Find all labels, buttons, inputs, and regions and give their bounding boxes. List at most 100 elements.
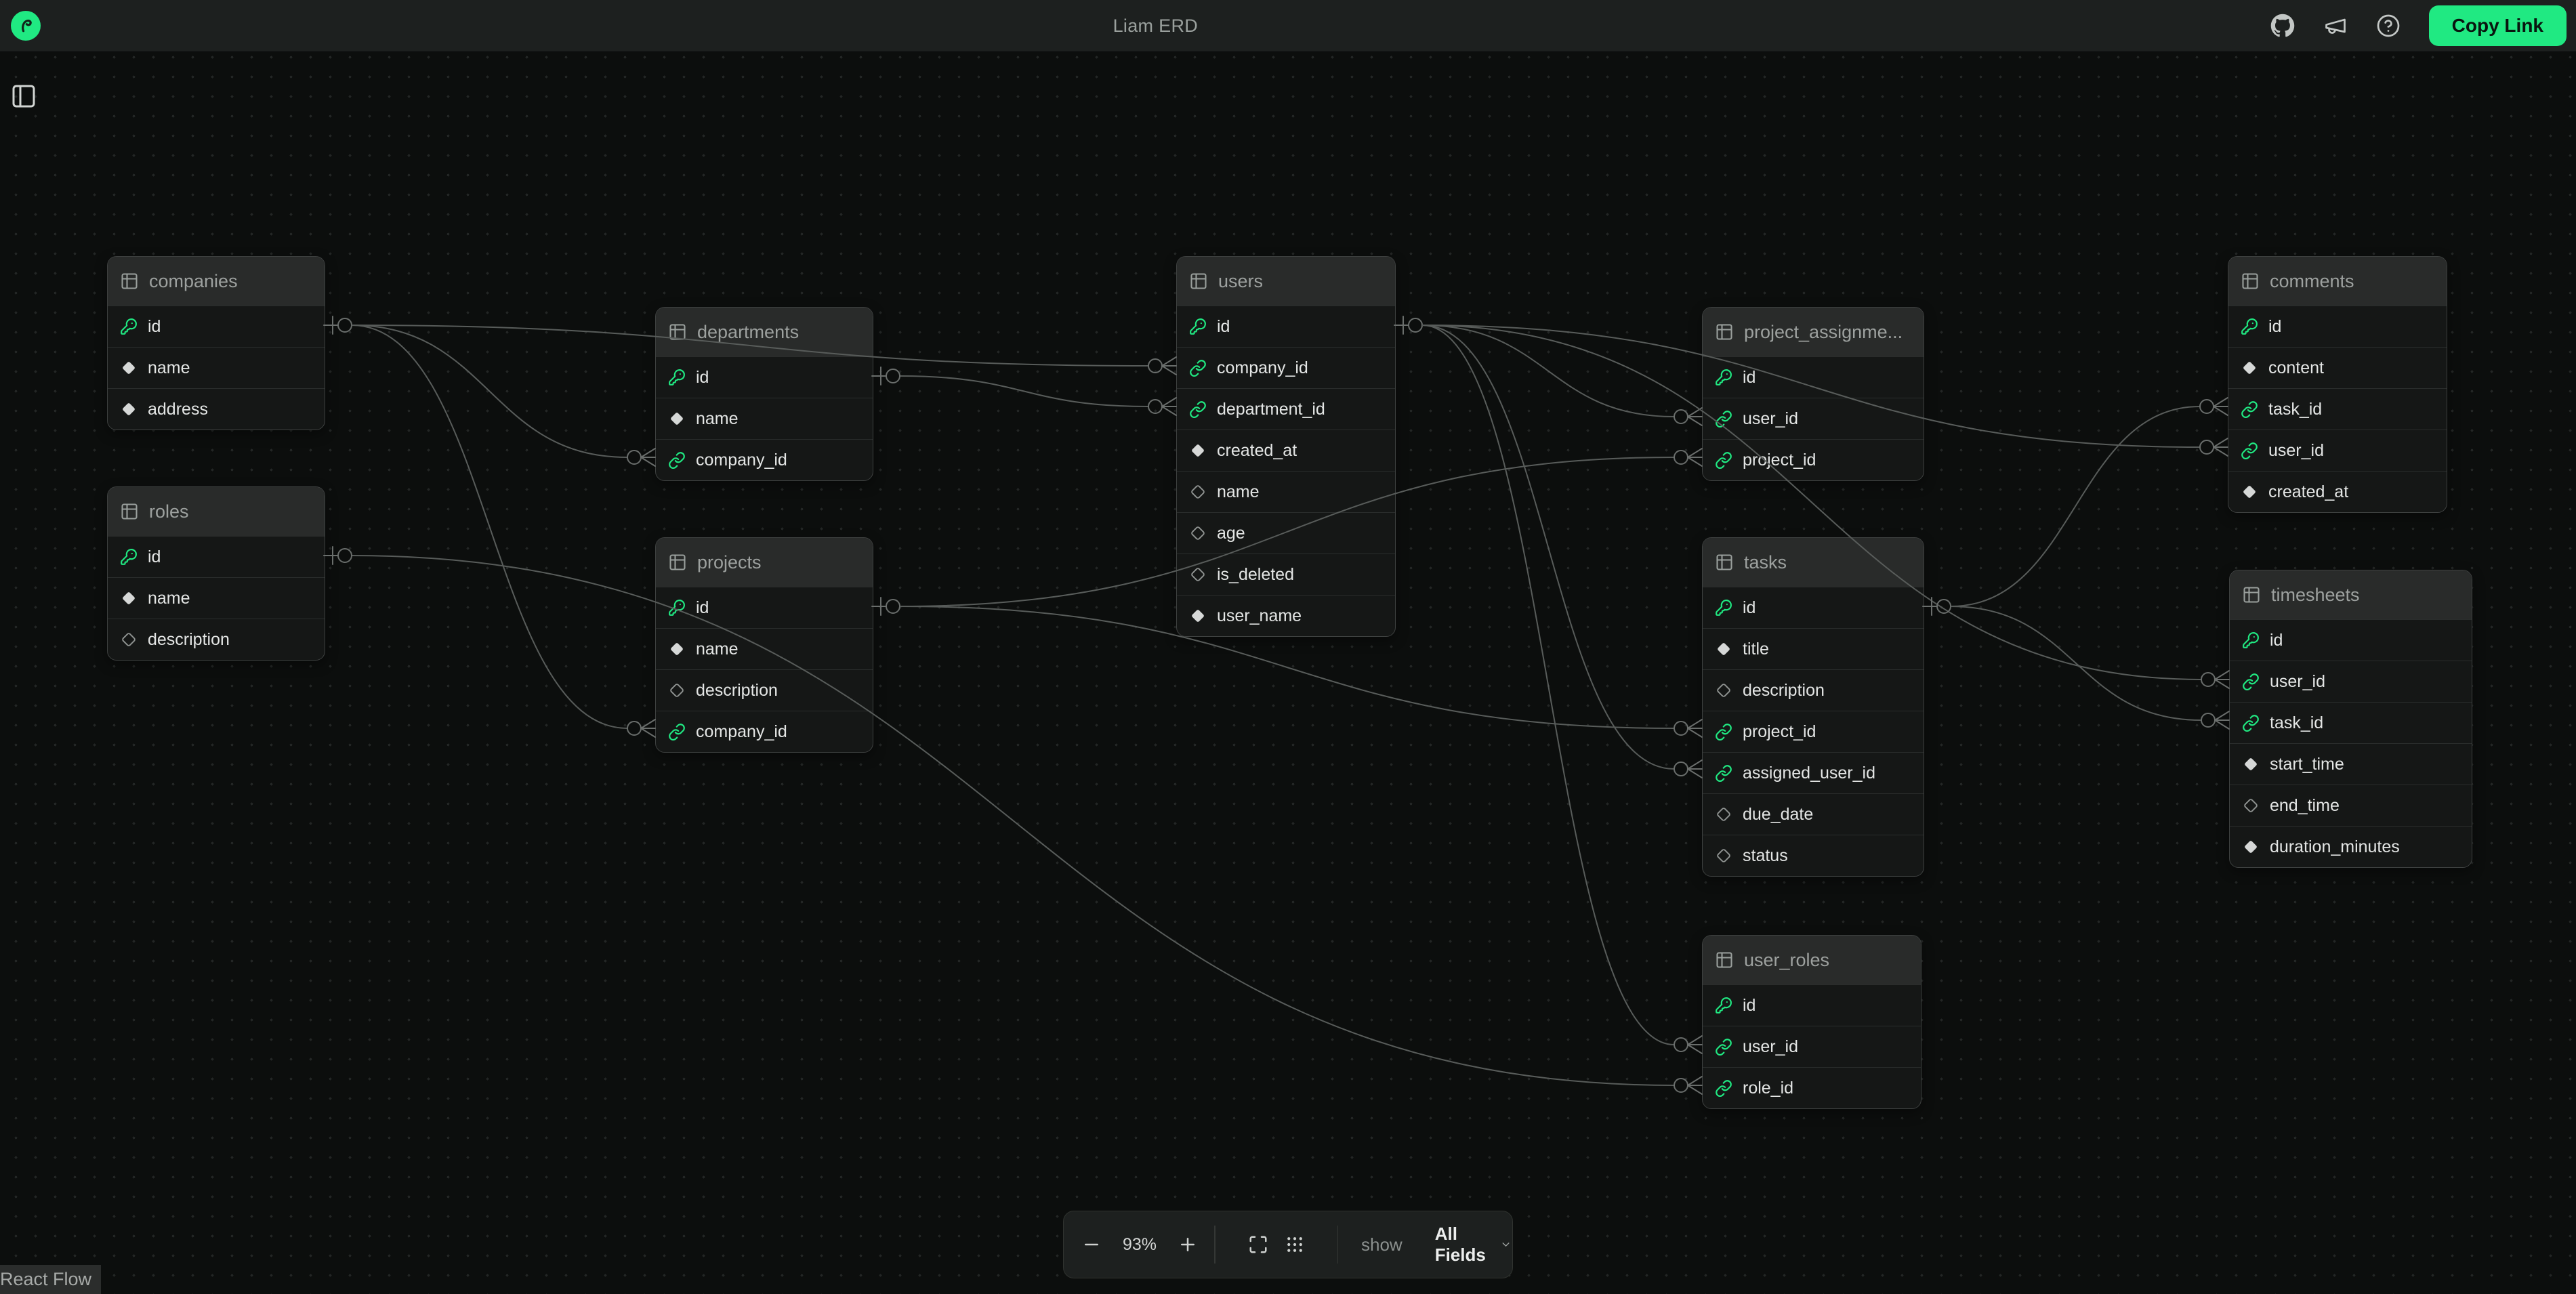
table-header: users xyxy=(1177,257,1395,306)
react-flow-attribution[interactable]: React Flow xyxy=(0,1265,101,1294)
table-node-companies[interactable]: companiesidnameaddress xyxy=(107,256,325,430)
nullable-diamond-icon xyxy=(1715,682,1732,699)
column-name: user_id xyxy=(1743,409,1798,429)
table-icon xyxy=(668,322,687,341)
foreign-key-icon xyxy=(1715,764,1732,782)
foreign-key-icon xyxy=(1189,359,1207,377)
table-node-tasks[interactable]: tasksidtitledescriptionproject_idassigne… xyxy=(1702,537,1924,877)
table-icon xyxy=(120,272,139,291)
nullable-diamond-icon xyxy=(1189,524,1207,542)
zoom-in-button[interactable] xyxy=(1178,1230,1198,1259)
minus-icon xyxy=(1081,1234,1102,1255)
column-row-project_id: project_id xyxy=(1703,711,1924,752)
table-node-project_assignments[interactable]: project_assignme...id user_id project_id xyxy=(1702,307,1924,481)
column-name: created_at xyxy=(2268,482,2348,502)
fitview-icon xyxy=(1248,1234,1268,1255)
column-row-user_id: user_id xyxy=(2230,661,2472,702)
table-node-comments[interactable]: commentsidcontenttask_iduser_idcreated_a… xyxy=(2228,256,2447,513)
table-title: roles xyxy=(149,501,189,522)
column-row-assigned_user_id: assigned_user_id xyxy=(1703,752,1924,793)
zoom-out-button[interactable] xyxy=(1081,1230,1102,1259)
not-null-diamond-icon xyxy=(2241,483,2258,501)
column-row-name: name xyxy=(656,398,873,439)
column-row-description: description xyxy=(108,619,325,660)
column-row-description: description xyxy=(1703,669,1924,711)
column-row-description: description xyxy=(656,669,873,711)
chevron-down-icon xyxy=(1500,1236,1512,1253)
not-null-diamond-icon xyxy=(2242,838,2260,856)
primary-key-icon xyxy=(2242,631,2260,649)
nullable-diamond-icon xyxy=(668,682,686,699)
relationship-edge-tasks.id-timesheets.task_id xyxy=(1951,606,2201,720)
not-null-diamond-icon xyxy=(1715,640,1732,658)
column-row-id: id xyxy=(108,536,325,577)
megaphone-icon[interactable] xyxy=(2323,14,2348,38)
table-node-roles[interactable]: roles idnamedescription xyxy=(107,486,325,661)
table-title: project_assignme... xyxy=(1744,322,1903,343)
column-name: department_id xyxy=(1217,400,1325,419)
nullable-diamond-icon xyxy=(1715,847,1732,864)
table-header: companies xyxy=(108,257,325,306)
column-name: id xyxy=(2268,317,2281,337)
column-row-project_id: project_id xyxy=(1703,439,1924,480)
table-icon xyxy=(1715,322,1734,341)
foreign-key-icon xyxy=(2241,442,2258,459)
column-row-name: name xyxy=(108,347,325,388)
table-node-user_roles[interactable]: user_rolesiduser_idrole_id xyxy=(1702,935,1921,1109)
column-row-id: id xyxy=(656,356,873,398)
fields-filter-select[interactable]: All Fields xyxy=(1435,1224,1512,1266)
not-null-diamond-icon xyxy=(120,400,138,418)
table-header: user_roles xyxy=(1703,936,1921,984)
table-title: companies xyxy=(149,271,238,292)
relationship-edge-companies.id-departments.company_id xyxy=(352,325,627,457)
column-row-id: id xyxy=(656,587,873,628)
table-icon xyxy=(668,553,687,572)
column-name: user_name xyxy=(1217,606,1302,626)
column-row-task_id: task_id xyxy=(2230,702,2472,743)
table-header: roles xyxy=(108,487,325,536)
copy-link-button[interactable]: Copy Link xyxy=(2429,5,2567,46)
column-name: status xyxy=(1743,846,1788,866)
liam-logo-glyph xyxy=(16,16,36,36)
column-name: description xyxy=(696,681,778,701)
column-name: project_id xyxy=(1743,722,1816,742)
column-row-age: age xyxy=(1177,512,1395,554)
toolbar-divider xyxy=(1214,1226,1216,1264)
table-node-users[interactable]: usersidcompany_iddepartment_idcreated_at… xyxy=(1176,256,1396,637)
table-header: tasks xyxy=(1703,538,1924,587)
toolbar-divider xyxy=(1337,1226,1339,1264)
column-row-name: name xyxy=(108,577,325,619)
table-title: users xyxy=(1218,271,1263,292)
table-title: timesheets xyxy=(2271,585,2360,606)
panel-left-toggle-icon[interactable] xyxy=(10,83,37,110)
table-node-departments[interactable]: departmentsidnamecompany_id xyxy=(655,307,873,481)
column-name: company_id xyxy=(1217,358,1308,378)
table-header: departments xyxy=(656,308,873,356)
column-name: task_id xyxy=(2268,400,2322,419)
column-name: user_id xyxy=(1743,1037,1798,1057)
table-icon xyxy=(1715,553,1734,572)
foreign-key-icon xyxy=(2242,714,2260,732)
foreign-key-icon xyxy=(1715,1079,1732,1097)
github-icon[interactable] xyxy=(2270,14,2295,38)
table-node-projects[interactable]: projectsidnamedescriptioncompany_id xyxy=(655,537,873,753)
tidy-up-button[interactable] xyxy=(1285,1230,1305,1259)
app-header-bar: Liam ERD Copy Link xyxy=(0,0,2576,51)
column-row-user_name: user_name xyxy=(1177,595,1395,636)
column-row-role_id: role_id xyxy=(1703,1067,1921,1108)
column-row-id: id xyxy=(1703,356,1924,398)
liam-logo[interactable] xyxy=(11,11,41,41)
help-icon[interactable] xyxy=(2376,14,2401,38)
table-node-timesheets[interactable]: timesheetsiduser_idtask_idstart_timeend_… xyxy=(2229,570,2472,868)
column-row-status: status xyxy=(1703,835,1924,876)
primary-key-icon xyxy=(120,318,138,335)
fields-filter-value: All Fields xyxy=(1435,1224,1491,1266)
column-name: name xyxy=(696,640,739,659)
erd-canvas[interactable]: companiesidnameaddressrolesidnamedescrip… xyxy=(0,0,2576,1294)
column-row-name: name xyxy=(1177,471,1395,512)
column-name: task_id xyxy=(2270,713,2323,733)
relationship-edge-roles.id-user_roles.role_id xyxy=(352,556,1674,1085)
fit-view-button[interactable] xyxy=(1248,1230,1268,1259)
column-row-created_at: created_at xyxy=(2228,471,2447,512)
nullable-diamond-icon xyxy=(2242,797,2260,814)
